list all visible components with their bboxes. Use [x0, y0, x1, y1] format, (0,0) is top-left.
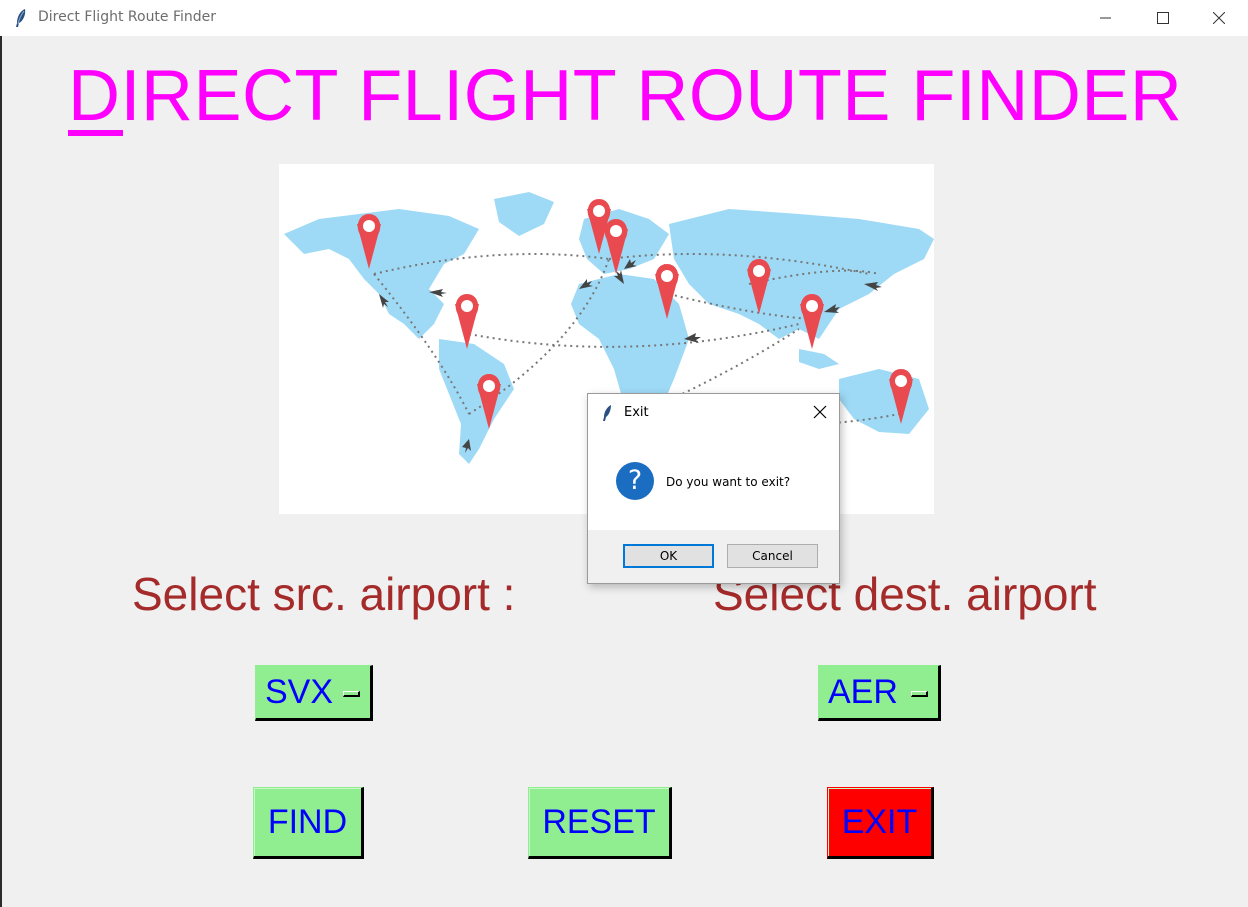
maximize-icon: [1157, 12, 1169, 24]
dest-airport-value: AER: [828, 672, 898, 711]
dialog-message: Do you want to exit?: [666, 475, 791, 489]
page-title: DIRECT FLIGHT ROUTE FINDER: [68, 54, 1182, 138]
close-icon: [1213, 12, 1225, 24]
minimize-icon: [1100, 17, 1111, 19]
minimize-button[interactable]: [1077, 0, 1135, 36]
question-icon: ?: [616, 462, 654, 500]
dropdown-indicator-icon: [911, 691, 928, 697]
dest-airport-select[interactable]: AER: [818, 665, 941, 721]
src-airport-label: Select src. airport :: [132, 568, 516, 620]
window-title: Direct Flight Route Finder: [38, 9, 217, 25]
src-airport-value: SVX: [265, 672, 334, 711]
find-button[interactable]: FIND: [253, 787, 364, 859]
feather-icon: [16, 9, 26, 27]
dropdown-indicator-icon: [343, 691, 360, 697]
mnemonic-underline: [68, 130, 123, 136]
dialog-close-icon[interactable]: [813, 405, 827, 419]
exit-button[interactable]: EXIT: [827, 787, 934, 859]
feather-icon: [603, 405, 611, 421]
page-title-text: DIRECT FLIGHT ROUTE FINDER: [68, 56, 1183, 136]
maximize-button[interactable]: [1134, 0, 1192, 36]
window-titlebar: Direct Flight Route Finder: [0, 0, 1248, 36]
exit-dialog: Exit ? Do you want to exit? OK Cancel: [587, 393, 840, 584]
dialog-title: Exit: [624, 405, 649, 420]
reset-button[interactable]: RESET: [528, 787, 672, 859]
close-window-button[interactable]: [1190, 0, 1248, 36]
ok-button[interactable]: OK: [623, 544, 714, 568]
src-airport-select[interactable]: SVX: [255, 665, 373, 721]
cancel-button[interactable]: Cancel: [727, 544, 818, 568]
window-edge: [0, 36, 2, 907]
